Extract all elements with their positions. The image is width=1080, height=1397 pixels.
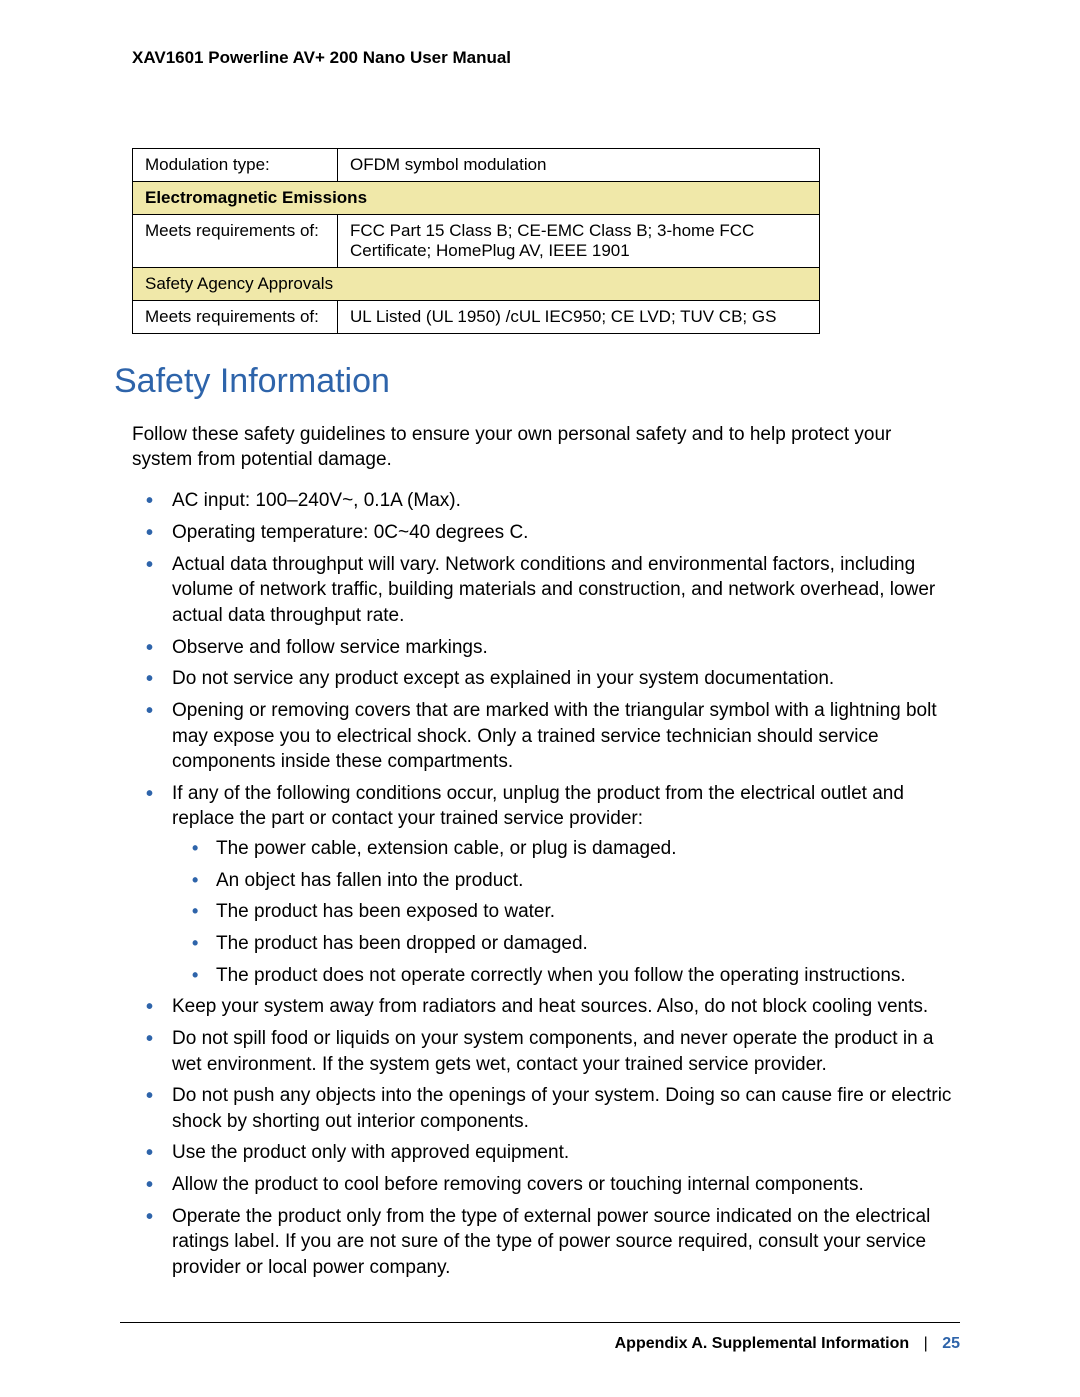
table-row: Electromagnetic Emissions <box>133 182 820 215</box>
page-number: 25 <box>942 1335 960 1352</box>
list-item: The power cable, extension cable, or plu… <box>172 836 958 862</box>
sub-bullets: The power cable, extension cable, or plu… <box>172 836 958 988</box>
page: XAV1601 Powerline AV+ 200 Nano User Manu… <box>0 0 1080 1397</box>
list-item-text: If any of the following conditions occur… <box>172 783 904 830</box>
list-item: Operating temperature: 0C~40 degrees C. <box>132 520 958 546</box>
spec-header-safety: Safety Agency Approvals <box>133 268 820 301</box>
list-item: If any of the following conditions occur… <box>132 781 958 988</box>
doc-header: XAV1601 Powerline AV+ 200 Nano User Manu… <box>132 48 1080 68</box>
footer-appendix: Appendix A. Supplemental Information <box>615 1335 910 1352</box>
list-item: AC input: 100–240V~, 0.1A (Max). <box>132 488 958 514</box>
list-item: Do not service any product except as exp… <box>132 666 958 692</box>
table-row: Safety Agency Approvals <box>133 268 820 301</box>
list-item: An object has fallen into the product. <box>172 868 958 894</box>
list-item: The product does not operate correctly w… <box>172 963 958 989</box>
list-item: Observe and follow service markings. <box>132 635 958 661</box>
table-row: Meets requirements of: FCC Part 15 Class… <box>133 215 820 268</box>
list-item: Use the product only with approved equip… <box>132 1140 958 1166</box>
table-row: Modulation type: OFDM symbol modulation <box>133 149 820 182</box>
spec-label: Modulation type: <box>133 149 338 182</box>
list-item: Operate the product only from the type o… <box>132 1204 958 1281</box>
list-item: Actual data throughput will vary. Networ… <box>132 552 958 629</box>
list-item: Opening or removing covers that are mark… <box>132 698 958 775</box>
list-item: The product has been exposed to water. <box>172 899 958 925</box>
spec-label: Meets requirements of: <box>133 301 338 334</box>
spec-value: OFDM symbol modulation <box>338 149 820 182</box>
spec-value: FCC Part 15 Class B; CE-EMC Class B; 3-h… <box>338 215 820 268</box>
footer-rule <box>120 1322 960 1323</box>
section-title-safety-information: Safety Information <box>114 362 1080 401</box>
list-item: Keep your system away from radiators and… <box>132 994 958 1020</box>
list-item: Do not spill food or liquids on your sys… <box>132 1026 958 1077</box>
page-footer: Appendix A. Supplemental Information | 2… <box>615 1335 960 1353</box>
footer-separator: | <box>914 1335 938 1352</box>
spec-value: UL Listed (UL 1950) /cUL IEC950; CE LVD;… <box>338 301 820 334</box>
table-row: Meets requirements of: UL Listed (UL 195… <box>133 301 820 334</box>
intro-paragraph: Follow these safety guidelines to ensure… <box>132 423 948 472</box>
spec-table: Modulation type: OFDM symbol modulation … <box>132 148 820 334</box>
list-item: Do not push any objects into the opening… <box>132 1083 958 1134</box>
list-item: Allow the product to cool before removin… <box>132 1172 958 1198</box>
safety-bullets: AC input: 100–240V~, 0.1A (Max). Operati… <box>132 488 958 1280</box>
list-item: The product has been dropped or damaged. <box>172 931 958 957</box>
spec-header-electromagnetic: Electromagnetic Emissions <box>133 182 820 215</box>
spec-label: Meets requirements of: <box>133 215 338 268</box>
